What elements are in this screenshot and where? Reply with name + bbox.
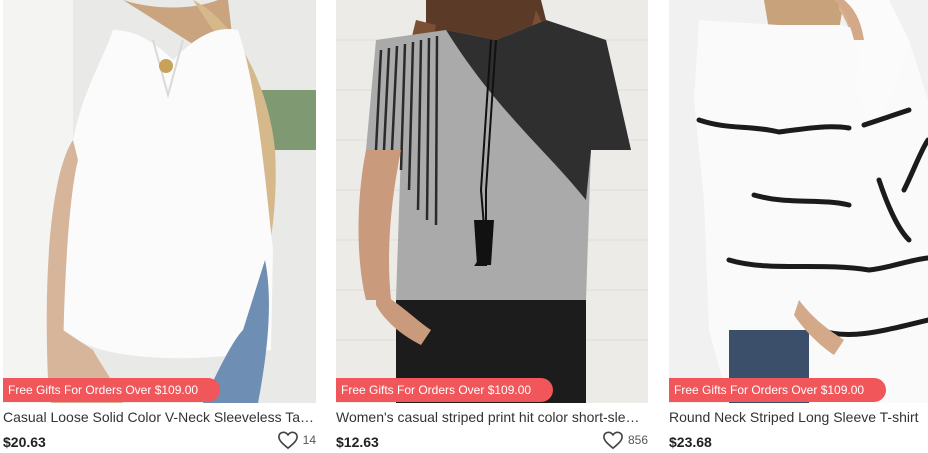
product-card[interactable]: Free Gifts For Orders Over $109.00 Women… xyxy=(336,0,648,453)
product-card[interactable]: Free Gifts For Orders Over $109.00 Round… xyxy=(669,0,928,453)
product-title[interactable]: Round Neck Striped Long Sleeve T-shirt xyxy=(669,409,928,425)
promo-badge: Free Gifts For Orders Over $109.00 xyxy=(669,378,887,402)
promo-badge: Free Gifts For Orders Over $109.00 xyxy=(3,378,221,402)
product-grid: Free Gifts For Orders Over $109.00 Casua… xyxy=(0,0,928,453)
promo-badge: Free Gifts For Orders Over $109.00 xyxy=(336,378,554,402)
favorite-count: 856 xyxy=(627,433,648,447)
product-card[interactable]: Free Gifts For Orders Over $109.00 Casua… xyxy=(3,0,316,453)
product-image[interactable] xyxy=(669,0,928,403)
heart-icon xyxy=(603,431,623,450)
product-title[interactable]: Women's casual striped print hit color s… xyxy=(336,409,646,425)
grey-black-colorblock-tee-photo xyxy=(336,0,648,403)
product-price: $12.63 xyxy=(336,434,379,450)
product-price: $23.68 xyxy=(669,434,712,450)
favorite-button[interactable]: 856 xyxy=(602,430,648,450)
product-price: $20.63 xyxy=(3,434,46,450)
product-title[interactable]: Casual Loose Solid Color V-Neck Sleevele… xyxy=(3,409,315,425)
product-image[interactable] xyxy=(336,0,648,403)
favorite-button[interactable]: 14 xyxy=(277,430,316,450)
white-sleeveless-top-photo xyxy=(3,0,316,403)
heart-icon xyxy=(277,431,298,450)
favorite-count: 14 xyxy=(302,433,316,447)
product-image[interactable] xyxy=(3,0,316,403)
white-striped-sweatshirt-photo xyxy=(669,0,928,403)
